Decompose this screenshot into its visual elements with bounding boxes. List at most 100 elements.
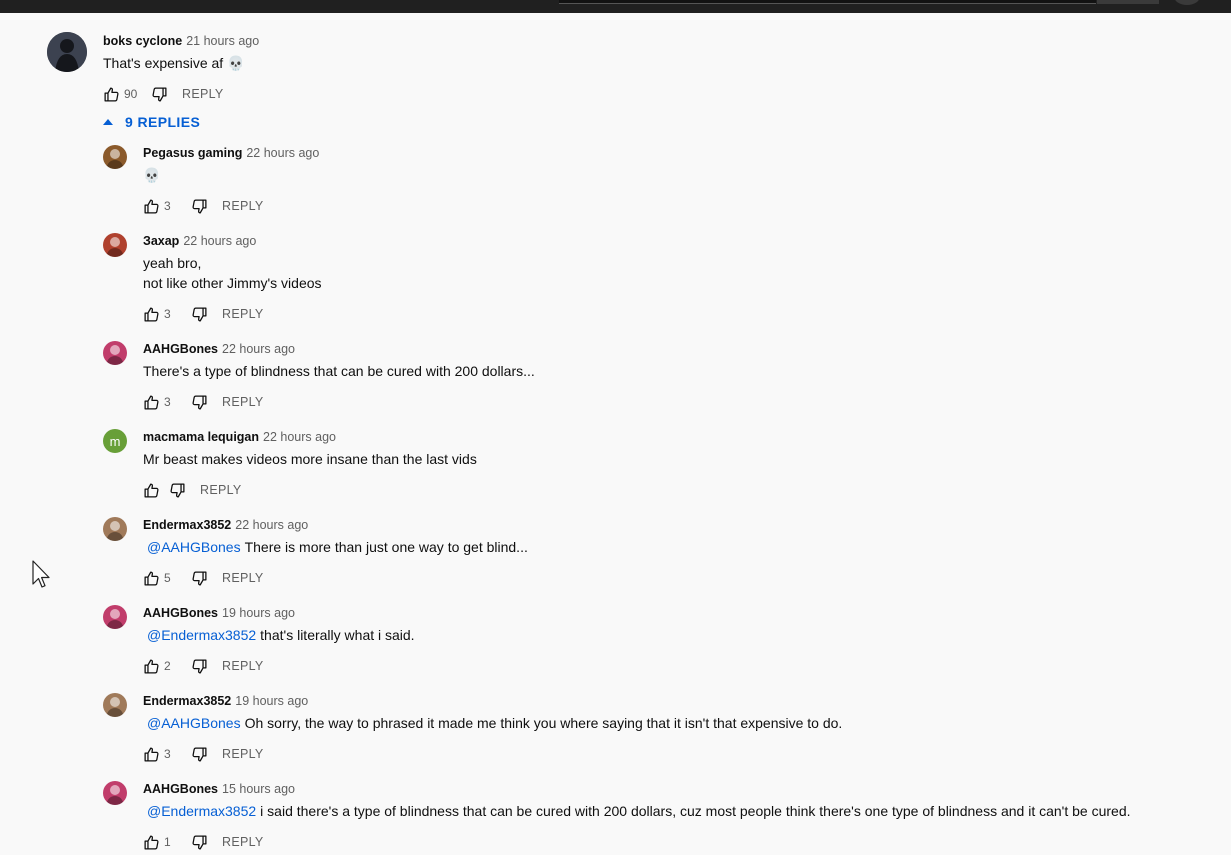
comment-author[interactable]: macmama lequigan bbox=[143, 430, 259, 444]
dislike-button[interactable] bbox=[188, 195, 210, 217]
like-count: 2 bbox=[164, 659, 171, 673]
mouse-cursor-icon bbox=[32, 560, 50, 588]
comment-text-line: not like other Jimmy's videos bbox=[143, 275, 322, 291]
like-button[interactable] bbox=[140, 655, 162, 677]
like-button[interactable] bbox=[140, 567, 162, 589]
reply-button[interactable]: REPLY bbox=[222, 395, 264, 409]
dislike-button[interactable] bbox=[166, 479, 188, 501]
comment-time[interactable]: 19 hours ago bbox=[222, 606, 295, 620]
comment-author[interactable]: boks cyclone bbox=[103, 34, 182, 48]
comment-actions: 5 REPLY bbox=[140, 567, 264, 589]
reply-button[interactable]: REPLY bbox=[222, 835, 264, 849]
comment-text-line: yeah bro, bbox=[143, 255, 202, 271]
replies-count-label: 9 REPLIES bbox=[125, 114, 201, 130]
reply-button[interactable]: REPLY bbox=[200, 483, 242, 497]
mention-link[interactable]: @Endermax3852 bbox=[147, 627, 256, 643]
mention-link[interactable]: @Endermax3852 bbox=[147, 803, 256, 819]
like-count: 3 bbox=[164, 307, 171, 321]
reply-button[interactable]: REPLY bbox=[222, 307, 264, 321]
avatar[interactable]: m bbox=[103, 429, 127, 453]
user-avatar-icon bbox=[106, 697, 124, 717]
thumbs-down-icon bbox=[169, 482, 185, 498]
comment-time[interactable]: 19 hours ago bbox=[235, 694, 308, 708]
search-button[interactable] bbox=[1097, 0, 1159, 4]
comment-actions: 1 REPLY bbox=[140, 831, 264, 853]
dislike-button[interactable] bbox=[188, 743, 210, 765]
mention-link[interactable]: @AAHGBones bbox=[147, 539, 241, 555]
comment-text-line: that's literally what i said. bbox=[260, 627, 415, 643]
like-count: 90 bbox=[124, 87, 138, 101]
thumbs-down-icon bbox=[191, 570, 207, 586]
like-button[interactable] bbox=[140, 831, 162, 853]
dislike-button[interactable] bbox=[188, 567, 210, 589]
comment-text: @AAHGBones Oh sorry, the way to phrased i… bbox=[143, 713, 842, 733]
avatar[interactable] bbox=[103, 145, 127, 169]
thumbs-up-icon bbox=[143, 306, 159, 322]
thumbs-up-icon bbox=[143, 570, 159, 586]
comment-actions: 90 REPLY bbox=[100, 83, 224, 105]
avatar[interactable] bbox=[103, 233, 127, 257]
comment-time[interactable]: 21 hours ago bbox=[186, 34, 259, 48]
comment-actions: 2 REPLY bbox=[140, 655, 264, 677]
avatar[interactable] bbox=[47, 32, 87, 72]
thumbs-down-icon bbox=[151, 86, 167, 102]
like-button[interactable] bbox=[140, 195, 162, 217]
comment-actions: 3 REPLY bbox=[140, 303, 264, 325]
avatar[interactable] bbox=[103, 693, 127, 717]
comment-text-line: 💀 bbox=[143, 167, 161, 183]
comment-actions: 3 REPLY bbox=[140, 195, 264, 217]
comment-time[interactable]: 22 hours ago bbox=[235, 518, 308, 532]
reply-button[interactable]: REPLY bbox=[182, 87, 224, 101]
comment-text-line: Mr beast makes videos more insane than t… bbox=[143, 451, 477, 467]
thumbs-down-icon bbox=[191, 746, 207, 762]
reply-button[interactable]: REPLY bbox=[222, 659, 264, 673]
comment-actions: 3 REPLY bbox=[140, 743, 264, 765]
comment-text: @Endermax3852 i said there's a type of bl… bbox=[143, 801, 1131, 821]
avatar[interactable] bbox=[103, 605, 127, 629]
reply-button[interactable]: REPLY bbox=[222, 747, 264, 761]
dislike-button[interactable] bbox=[188, 303, 210, 325]
avatar[interactable] bbox=[103, 341, 127, 365]
reply-button[interactable]: REPLY bbox=[222, 571, 264, 585]
dislike-button[interactable] bbox=[188, 655, 210, 677]
mention-link[interactable]: @AAHGBones bbox=[147, 715, 241, 731]
comment-author[interactable]: Захар bbox=[143, 234, 179, 248]
comment-author[interactable]: AAHGBones bbox=[143, 342, 218, 356]
comment-time[interactable]: 22 hours ago bbox=[246, 146, 319, 160]
comment-author[interactable]: AAHGBones bbox=[143, 606, 218, 620]
thumbs-up-icon bbox=[143, 482, 159, 498]
dislike-button[interactable] bbox=[188, 831, 210, 853]
user-avatar-icon bbox=[106, 149, 124, 169]
like-count: 3 bbox=[164, 199, 171, 213]
search-input[interactable] bbox=[559, 0, 1096, 4]
comment-time[interactable]: 15 hours ago bbox=[222, 782, 295, 796]
like-button[interactable] bbox=[100, 83, 122, 105]
account-avatar[interactable] bbox=[1174, 0, 1200, 5]
thumbs-down-icon bbox=[191, 658, 207, 674]
like-button[interactable] bbox=[140, 743, 162, 765]
toggle-replies-button[interactable]: 9 REPLIES bbox=[103, 114, 200, 130]
comment-text: There's a type of blindness that can be … bbox=[143, 361, 535, 381]
comment-text: @Endermax3852 that's literally what i sai… bbox=[143, 625, 415, 645]
comment-text: Mr beast makes videos more insane than t… bbox=[143, 449, 477, 469]
comment-time[interactable]: 22 hours ago bbox=[263, 430, 336, 444]
thumbs-down-icon bbox=[191, 198, 207, 214]
user-avatar-icon bbox=[106, 609, 124, 629]
dislike-button[interactable] bbox=[148, 83, 170, 105]
like-button[interactable] bbox=[140, 391, 162, 413]
reply-button[interactable]: REPLY bbox=[222, 199, 264, 213]
comment-text-line: Oh sorry, the way to phrased it made me … bbox=[244, 715, 843, 731]
comment-time[interactable]: 22 hours ago bbox=[222, 342, 295, 356]
comment-time[interactable]: 22 hours ago bbox=[183, 234, 256, 248]
avatar[interactable] bbox=[103, 781, 127, 805]
like-button[interactable] bbox=[140, 479, 162, 501]
comment-author[interactable]: Endermax3852 bbox=[143, 518, 231, 532]
dislike-button[interactable] bbox=[188, 391, 210, 413]
comment-author[interactable]: Pegasus gaming bbox=[143, 146, 242, 160]
like-button[interactable] bbox=[140, 303, 162, 325]
avatar[interactable] bbox=[103, 517, 127, 541]
comment-author[interactable]: Endermax3852 bbox=[143, 694, 231, 708]
comment-author[interactable]: AAHGBones bbox=[143, 782, 218, 796]
avatar-letter: m bbox=[109, 433, 121, 449]
thumbs-up-icon bbox=[143, 658, 159, 674]
